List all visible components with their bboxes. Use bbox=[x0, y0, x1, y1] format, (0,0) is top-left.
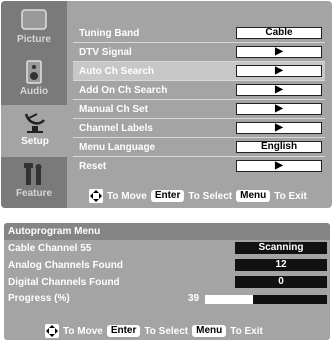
navigation-hint: To Move Enter To Select Menu To Exit bbox=[89, 189, 307, 203]
menu-item-label: Add On Ch Search bbox=[79, 84, 168, 96]
menu-item-arrow: ▶ bbox=[236, 65, 322, 77]
digital-channels-value: 0 bbox=[235, 276, 327, 288]
hint-exit-text: To Exit bbox=[274, 190, 307, 202]
sidebar-item-feature[interactable]: Feature bbox=[1, 157, 67, 209]
menu-item-label: Menu Language bbox=[79, 141, 156, 153]
digital-channels-label: Digital Channels Found bbox=[8, 277, 120, 288]
enter-key-badge: Enter bbox=[106, 325, 141, 337]
menu-item-auto-ch-search[interactable]: Auto Ch Search ▶ bbox=[73, 62, 325, 80]
menu-item-arrow: ▶ bbox=[236, 46, 322, 58]
menu-key-badge: Menu bbox=[236, 190, 271, 202]
menu-item-value: English bbox=[236, 141, 322, 153]
autoprogram-title: Autoprogram Menu bbox=[8, 226, 101, 237]
autoprogram-panel: Autoprogram Menu Cable Channel 55 Scanni… bbox=[4, 223, 330, 340]
autoprogram-title-bar: Autoprogram Menu bbox=[4, 223, 330, 240]
menu-item-channel-labels[interactable]: Channel Labels ▶ bbox=[73, 119, 325, 137]
menu-item-label: Reset bbox=[79, 160, 107, 172]
hint-select-text: To Select bbox=[188, 190, 233, 202]
hint-select-text: To Select bbox=[144, 325, 189, 337]
hint-exit-text: To Exit bbox=[230, 325, 263, 337]
setup-menu-panel: Picture Audio Setup Feature Tuning Band … bbox=[1, 1, 332, 208]
sidebar-item-audio[interactable]: Audio bbox=[1, 55, 67, 107]
menu-item-reset[interactable]: Reset ▶ bbox=[73, 157, 325, 175]
sidebar-item-picture[interactable]: Picture bbox=[1, 3, 67, 55]
sidebar-item-label: Feature bbox=[15, 188, 53, 199]
speaker-icon bbox=[21, 59, 47, 85]
progress-row: Progress (%) 39 bbox=[4, 292, 330, 306]
direction-arrows-icon bbox=[89, 189, 103, 203]
menu-key-badge: Menu bbox=[192, 325, 227, 337]
navigation-hint: To Move Enter To Select Menu To Exit bbox=[45, 324, 263, 338]
analog-channels-label: Analog Channels Found bbox=[8, 260, 123, 271]
progress-value: 39 bbox=[188, 293, 200, 304]
picture-icon bbox=[21, 7, 47, 33]
menu-item-menu-language[interactable]: Menu Language English bbox=[73, 138, 325, 156]
menu-item-add-on-ch-search[interactable]: Add On Ch Search ▶ bbox=[73, 81, 325, 99]
menu-item-dtv-signal[interactable]: DTV Signal ▶ bbox=[73, 43, 325, 61]
menu-sidebar: Picture Audio Setup Feature bbox=[1, 1, 69, 209]
cable-channel-label: Cable Channel 55 bbox=[8, 243, 92, 254]
hint-move-text: To Move bbox=[107, 190, 147, 202]
direction-arrows-icon bbox=[45, 324, 59, 338]
menu-item-label: Manual Ch Set bbox=[79, 103, 148, 115]
progress-bar-fill bbox=[205, 295, 253, 304]
scan-status-value: Scanning bbox=[235, 242, 327, 254]
sidebar-item-label: Audio bbox=[19, 86, 49, 97]
progress-label: Progress (%) bbox=[8, 293, 70, 304]
satellite-dish-icon bbox=[22, 109, 48, 135]
progress-bar bbox=[205, 295, 327, 304]
cable-channel-row: Cable Channel 55 Scanning bbox=[4, 242, 330, 256]
menu-item-arrow: ▶ bbox=[236, 103, 322, 115]
tools-icon bbox=[21, 161, 47, 187]
menu-item-tuning-band[interactable]: Tuning Band Cable bbox=[73, 24, 325, 42]
menu-item-arrow: ▶ bbox=[236, 160, 322, 172]
sidebar-item-label: Setup bbox=[21, 136, 49, 147]
menu-item-label: Tuning Band bbox=[79, 27, 140, 39]
setup-menu-list: Tuning Band Cable DTV Signal ▶ Auto Ch S… bbox=[73, 24, 325, 175]
analog-channels-value: 12 bbox=[235, 259, 327, 271]
menu-item-arrow: ▶ bbox=[236, 122, 322, 134]
enter-key-badge: Enter bbox=[150, 190, 185, 202]
sidebar-item-setup[interactable]: Setup bbox=[1, 105, 69, 157]
sidebar-item-label: Picture bbox=[17, 34, 51, 45]
menu-item-label: Auto Ch Search bbox=[79, 65, 155, 77]
analog-channels-row: Analog Channels Found 12 bbox=[4, 259, 330, 273]
menu-item-label: DTV Signal bbox=[79, 46, 132, 58]
menu-item-label: Channel Labels bbox=[79, 122, 153, 134]
menu-item-value: Cable bbox=[236, 27, 322, 39]
menu-item-manual-ch-set[interactable]: Manual Ch Set ▶ bbox=[73, 100, 325, 118]
digital-channels-row: Digital Channels Found 0 bbox=[4, 276, 330, 290]
menu-item-arrow: ▶ bbox=[236, 84, 322, 96]
hint-move-text: To Move bbox=[63, 325, 103, 337]
